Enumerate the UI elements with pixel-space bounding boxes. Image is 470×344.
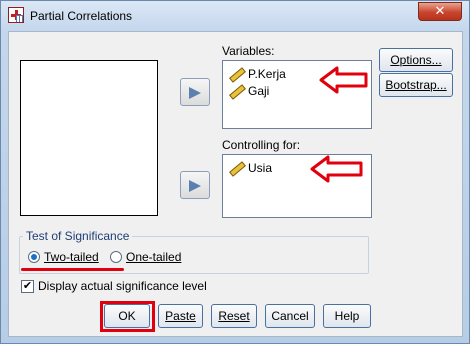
controlling-label: Controlling for:: [222, 138, 301, 152]
app-icon: [8, 7, 24, 23]
list-item[interactable]: Usia: [229, 160, 272, 176]
close-button[interactable]: ✕: [418, 2, 462, 21]
help-button[interactable]: Help: [323, 304, 371, 328]
radio-selected-icon: [28, 251, 40, 263]
bootstrap-label: Bootstrap...: [385, 78, 447, 92]
display-significance-checkbox[interactable]: ✔ Display actual significance level: [21, 279, 207, 293]
move-to-variables-button[interactable]: [180, 78, 210, 106]
cancel-button[interactable]: Cancel: [265, 304, 315, 328]
ok-label: OK: [118, 309, 136, 323]
scale-ruler-icon: [229, 67, 243, 81]
scale-ruler-icon: [229, 84, 243, 98]
reset-button[interactable]: Reset: [211, 304, 257, 328]
right-arrow-icon: [189, 87, 201, 99]
significance-group-title: Test of Significance: [23, 229, 133, 243]
variables-label: Variables:: [222, 44, 275, 58]
options-label: Options...: [390, 53, 442, 67]
variable-name: Usia: [248, 161, 273, 175]
annotation-arrow-icon: [319, 66, 368, 94]
display-significance-label: Display actual significance level: [38, 279, 207, 293]
scale-ruler-icon: [229, 161, 243, 175]
close-icon: ✕: [434, 4, 446, 19]
annotation-arrow-icon: [310, 155, 363, 183]
one-tailed-label: One-tailed: [126, 250, 182, 264]
move-to-controlling-button[interactable]: [180, 171, 210, 199]
checkmark-icon: ✔: [21, 279, 34, 293]
paste-button[interactable]: Paste: [158, 304, 203, 328]
right-arrow-icon: [189, 180, 201, 192]
list-item[interactable]: P.Kerja: [229, 66, 286, 82]
paste-label: Paste: [165, 309, 196, 323]
cancel-label: Cancel: [271, 309, 309, 323]
ok-button[interactable]: OK: [104, 304, 150, 328]
reset-label: Reset: [218, 309, 250, 323]
list-item[interactable]: Gaji: [229, 83, 269, 99]
radio-unselected-icon: [110, 251, 122, 263]
dialog-window: Partial Correlations ✕ Variables: P.Kerj…: [0, 0, 470, 344]
one-tailed-radio[interactable]: One-tailed: [110, 250, 181, 264]
dialog-body: Variables: P.Kerja Gaji Controlling for:…: [8, 31, 463, 337]
variable-name: P.Kerja: [248, 67, 286, 81]
two-tailed-radio[interactable]: Two-tailed: [28, 250, 99, 264]
window-title: Partial Correlations: [30, 9, 133, 23]
source-variable-list[interactable]: [20, 60, 158, 216]
variable-name: Gaji: [248, 84, 270, 98]
annotation-underline: [21, 268, 124, 271]
bootstrap-button[interactable]: Bootstrap...: [379, 73, 453, 97]
help-label: Help: [334, 309, 360, 323]
title-bar: Partial Correlations ✕: [1, 1, 469, 31]
options-button[interactable]: Options...: [379, 48, 453, 72]
two-tailed-label: Two-tailed: [44, 250, 99, 264]
